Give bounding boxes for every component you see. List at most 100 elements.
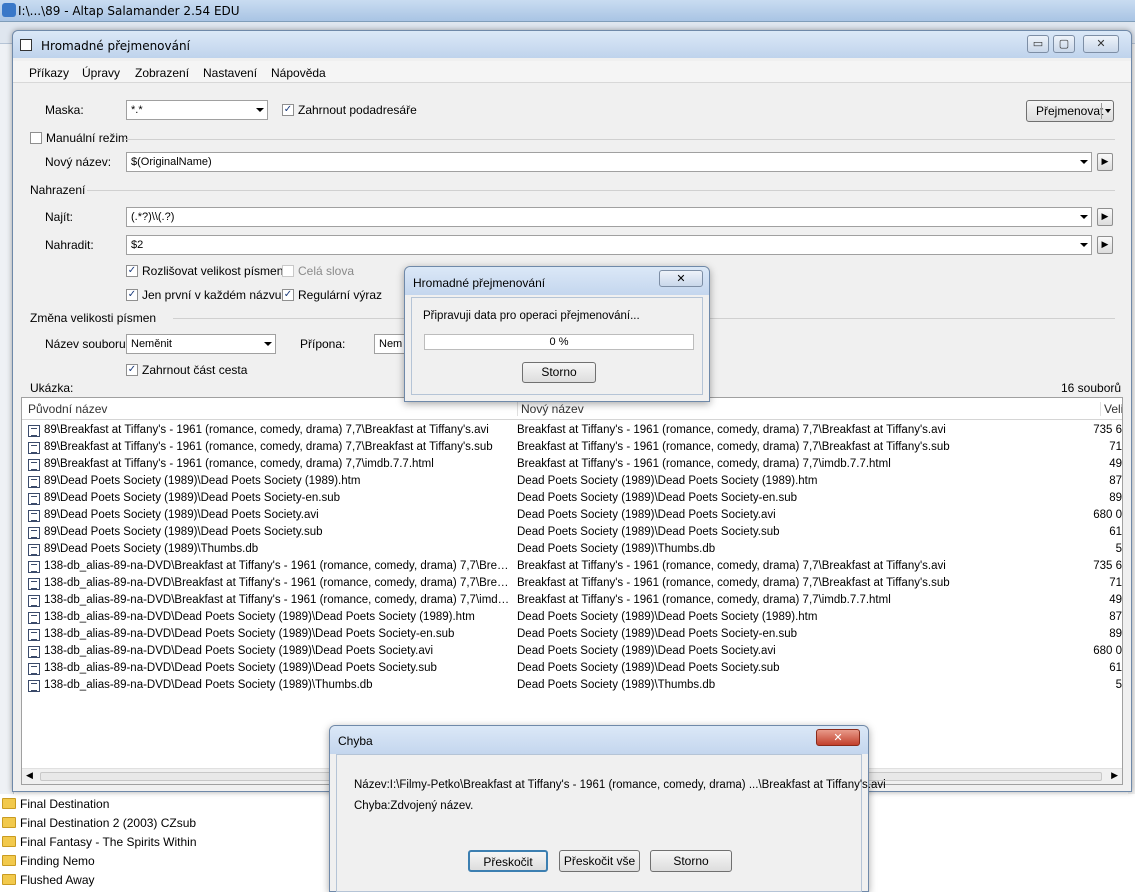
original-name-cell: 138-db_alias-89-na-DVD\Dead Poets Societ… xyxy=(44,628,455,640)
size-cell: 735 6 xyxy=(1093,424,1122,436)
whole-words-checkbox[interactable] xyxy=(282,265,294,277)
table-row[interactable]: 138-db_alias-89-na-DVD\Dead Poets Societ… xyxy=(22,627,1122,644)
rename-window-title: Hromadné přejmenování xyxy=(41,39,190,53)
replace-label: Nahradit: xyxy=(45,238,94,252)
manual-mode-label: Manuální režim xyxy=(46,131,129,145)
new-name-label: Nový název: xyxy=(45,155,112,169)
table-row[interactable]: 138-db_alias-89-na-DVD\Dead Poets Societ… xyxy=(22,610,1122,627)
regex-checkbox[interactable]: ✓ xyxy=(282,289,294,301)
file-icon xyxy=(28,442,40,454)
replace-combo[interactable]: $2 xyxy=(126,235,1092,255)
new-name-cell: Breakfast at Tiffany's - 1961 (romance, … xyxy=(517,594,891,606)
divider xyxy=(87,190,1115,191)
first-only-checkbox[interactable]: ✓ xyxy=(126,289,138,301)
original-name-cell: 89\Breakfast at Tiffany's - 1961 (romanc… xyxy=(44,458,434,470)
new-name-cell: Dead Poets Society (1989)\Dead Poets Soc… xyxy=(517,611,818,623)
scroll-left-icon[interactable]: ◀ xyxy=(26,771,33,781)
error-dialog-titlebar[interactable] xyxy=(330,726,868,754)
size-cell: 71 xyxy=(1109,577,1122,589)
table-row[interactable]: 89\Dead Poets Society (1989)\Thumbs.db De… xyxy=(22,542,1122,559)
close-icon[interactable]: ✕ xyxy=(816,729,860,746)
table-row[interactable]: 138-db_alias-89-na-DVD\Dead Poets Societ… xyxy=(22,661,1122,678)
new-name-cell: Breakfast at Tiffany's - 1961 (romance, … xyxy=(517,560,946,572)
minimize-button[interactable]: ▭ xyxy=(1027,35,1049,53)
new-name-cell: Dead Poets Society (1989)\Thumbs.db xyxy=(517,679,716,691)
list-item[interactable]: Flushed Away xyxy=(2,870,95,889)
file-icon xyxy=(28,663,40,675)
error-cancel-button[interactable]: Storno xyxy=(650,850,732,872)
skip-all-button[interactable]: Přeskočit vše xyxy=(559,850,640,872)
table-row[interactable]: 89\Breakfast at Tiffany's - 1961 (romanc… xyxy=(22,423,1122,440)
table-row[interactable]: 138-db_alias-89-na-DVD\Breakfast at Tiff… xyxy=(22,576,1122,593)
file-icon xyxy=(28,425,40,437)
list-item[interactable]: Final Fantasy - The Spirits Within xyxy=(2,832,197,851)
column-new-name[interactable]: Nový název xyxy=(517,402,584,416)
menu-view[interactable]: Zobrazení xyxy=(135,66,189,80)
rename-dropdown-arrow[interactable] xyxy=(1101,103,1113,119)
filename-case-combo[interactable]: Neměnit xyxy=(126,334,276,354)
menu-settings[interactable]: Nastavení xyxy=(203,66,257,80)
maximize-button[interactable]: ▢ xyxy=(1053,35,1075,53)
rename-button[interactable]: Přejmenovat xyxy=(1026,100,1114,122)
progress-dialog-body: Připravuji data pro operaci přejmenování… xyxy=(411,297,703,395)
list-item[interactable]: Final Destination xyxy=(2,794,109,813)
column-size[interactable]: Veli xyxy=(1100,402,1122,416)
table-row[interactable]: 138-db_alias-89-na-DVD\Dead Poets Societ… xyxy=(22,644,1122,661)
table-row[interactable]: 138-db_alias-89-na-DVD\Breakfast at Tiff… xyxy=(22,559,1122,576)
error-dialog-body: Název:I:\Filmy-Petko\Breakfast at Tiffan… xyxy=(336,754,886,892)
progress-percent: 0 % xyxy=(549,336,569,348)
rename-window-icon xyxy=(20,39,32,51)
include-subdirs-checkbox[interactable]: ✓ xyxy=(282,104,294,116)
column-original-name[interactable]: Původní název xyxy=(28,402,107,416)
case-sensitive-checkbox[interactable]: ✓ xyxy=(126,265,138,277)
file-icon xyxy=(28,629,40,641)
size-cell: 87 xyxy=(1109,611,1122,623)
manual-mode-checkbox[interactable] xyxy=(30,132,42,144)
table-row[interactable]: 89\Breakfast at Tiffany's - 1961 (romanc… xyxy=(22,440,1122,457)
mask-label: Maska: xyxy=(45,103,84,117)
first-only-label: Jen první v každém názvu xyxy=(142,288,282,302)
find-insert-button[interactable]: ▶ xyxy=(1097,208,1113,226)
table-row[interactable]: 89\Dead Poets Society (1989)\Dead Poets … xyxy=(22,474,1122,491)
menu-help[interactable]: Nápověda xyxy=(271,66,326,80)
progress-dialog-title: Hromadné přejmenování xyxy=(413,276,546,290)
table-row[interactable]: 89\Dead Poets Society (1989)\Dead Poets … xyxy=(22,491,1122,508)
error-dialog-title: Chyba xyxy=(338,734,373,748)
folder-icon xyxy=(2,798,16,809)
table-row[interactable]: 89\Dead Poets Society (1989)\Dead Poets … xyxy=(22,508,1122,525)
list-item[interactable]: Final Destination 2 (2003) CZsub xyxy=(2,813,196,832)
close-button[interactable]: ✕ xyxy=(1083,35,1119,53)
error-name-line: Název:I:\Filmy-Petko\Breakfast at Tiffan… xyxy=(354,779,886,791)
table-row[interactable]: 89\Dead Poets Society (1989)\Dead Poets … xyxy=(22,525,1122,542)
folder-icon xyxy=(2,874,16,885)
new-name-cell: Dead Poets Society (1989)\Dead Poets Soc… xyxy=(517,492,797,504)
replace-insert-button[interactable]: ▶ xyxy=(1097,236,1113,254)
progress-cancel-button[interactable]: Storno xyxy=(522,362,596,383)
list-item[interactable]: Finding Nemo xyxy=(2,851,95,870)
file-icon xyxy=(28,595,40,607)
find-combo[interactable]: (.*?)\\(.?) xyxy=(126,207,1092,227)
new-name-combo[interactable]: $(OriginalName) xyxy=(126,152,1092,172)
table-row[interactable]: 138-db_alias-89-na-DVD\Dead Poets Societ… xyxy=(22,678,1122,695)
menu-commands[interactable]: Příkazy xyxy=(29,66,69,80)
size-cell: 49 xyxy=(1109,458,1122,470)
size-cell: 87 xyxy=(1109,475,1122,487)
scroll-right-icon[interactable]: ▶ xyxy=(1111,771,1118,781)
mask-combo[interactable]: *.* xyxy=(126,100,268,120)
original-name-cell: 138-db_alias-89-na-DVD\Breakfast at Tiff… xyxy=(44,577,514,589)
skip-button[interactable]: Přeskočit xyxy=(468,850,548,872)
original-name-cell: 138-db_alias-89-na-DVD\Breakfast at Tiff… xyxy=(44,594,514,606)
batch-rename-window: Hromadné přejmenování ▭ ▢ ✕ Příkazy Úpra… xyxy=(12,30,1132,792)
chevron-down-icon xyxy=(264,342,272,346)
close-icon[interactable]: ✕ xyxy=(659,270,703,287)
menu-edit[interactable]: Úpravy xyxy=(82,66,120,80)
size-cell: 61 xyxy=(1109,662,1122,674)
include-path-checkbox[interactable]: ✓ xyxy=(126,364,138,376)
table-row[interactable]: 138-db_alias-89-na-DVD\Breakfast at Tiff… xyxy=(22,593,1122,610)
file-icon xyxy=(28,527,40,539)
table-row[interactable]: 89\Breakfast at Tiffany's - 1961 (romanc… xyxy=(22,457,1122,474)
chevron-down-icon xyxy=(256,108,264,112)
menu-bar: Příkazy Úpravy Zobrazení Nastavení Nápov… xyxy=(13,61,1131,83)
new-name-insert-button[interactable]: ▶ xyxy=(1097,153,1113,171)
original-name-cell: 89\Dead Poets Society (1989)\Dead Poets … xyxy=(44,526,323,538)
